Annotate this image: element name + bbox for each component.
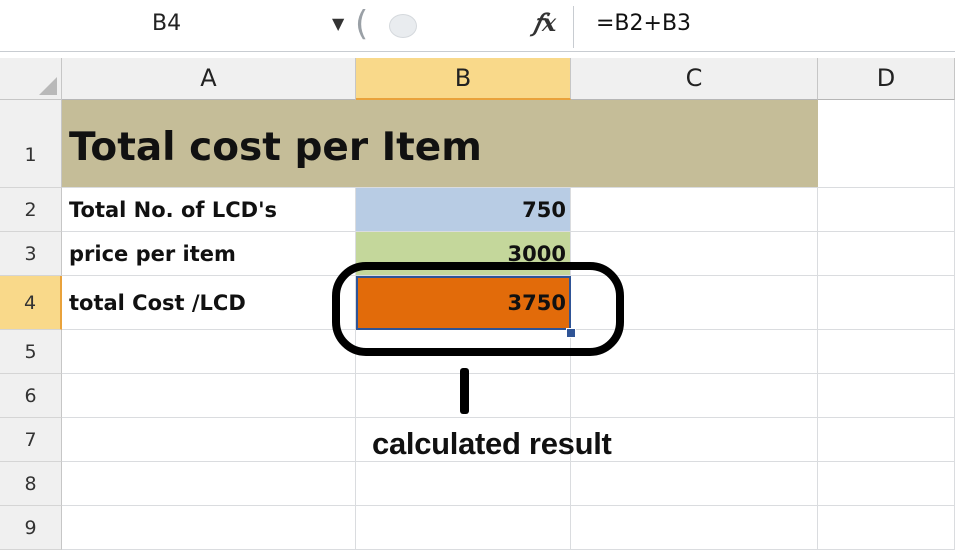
row-header-9[interactable]: 9 bbox=[0, 506, 62, 550]
cell-a4[interactable]: total Cost /LCD bbox=[62, 276, 356, 330]
cell-d4[interactable] bbox=[818, 276, 955, 330]
row-header-5[interactable]: 5 bbox=[0, 330, 62, 374]
table-row: 8 bbox=[0, 462, 955, 506]
row-header-2[interactable]: 2 bbox=[0, 188, 62, 232]
cell-c9[interactable] bbox=[571, 506, 818, 550]
formula-controls: ( 𝑓x bbox=[355, 2, 576, 48]
cell-d2[interactable] bbox=[818, 188, 955, 232]
insert-function-icon[interactable]: 𝑓x bbox=[533, 8, 556, 37]
cell-d3[interactable] bbox=[818, 232, 955, 276]
formula-divider bbox=[573, 6, 574, 48]
cell-a5[interactable] bbox=[62, 330, 356, 374]
table-row: 2 Total No. of LCD's 750 bbox=[0, 188, 955, 232]
cell-d9[interactable] bbox=[818, 506, 955, 550]
annotation-highlight-outline bbox=[332, 262, 624, 356]
cell-b2[interactable]: 750 bbox=[356, 188, 571, 232]
cell-a6[interactable] bbox=[62, 374, 356, 418]
cell-a7[interactable] bbox=[62, 418, 356, 462]
name-box[interactable]: B4 ▼ bbox=[0, 4, 355, 44]
table-row: 1 Total cost per Item bbox=[0, 100, 955, 188]
cell-a9[interactable] bbox=[62, 506, 356, 550]
cell-d7[interactable] bbox=[818, 418, 955, 462]
row-header-7[interactable]: 7 bbox=[0, 418, 62, 462]
formula-bar: B4 ▼ ( 𝑓x =B2+B3 bbox=[0, 0, 955, 52]
column-header-c[interactable]: C bbox=[571, 58, 818, 100]
cell-d8[interactable] bbox=[818, 462, 955, 506]
select-all-button[interactable] bbox=[0, 58, 62, 100]
annotation-pointer-line bbox=[460, 368, 469, 414]
cell-a2[interactable]: Total No. of LCD's bbox=[62, 188, 356, 232]
row-header-1[interactable]: 1 bbox=[0, 100, 62, 188]
cell-c2[interactable] bbox=[571, 188, 818, 232]
cell-a1-title[interactable]: Total cost per Item bbox=[62, 100, 818, 188]
cell-a8[interactable] bbox=[62, 462, 356, 506]
row-header-3[interactable]: 3 bbox=[0, 232, 62, 276]
column-header-b[interactable]: B bbox=[356, 58, 571, 100]
cell-d5[interactable] bbox=[818, 330, 955, 374]
cell-a3[interactable]: price per item bbox=[62, 232, 356, 276]
row-header-8[interactable]: 8 bbox=[0, 462, 62, 506]
column-header-row: A B C D bbox=[0, 58, 955, 100]
name-box-value: B4 bbox=[152, 11, 182, 36]
name-box-dropdown-icon[interactable]: ▼ bbox=[332, 4, 344, 44]
formula-input[interactable]: =B2+B3 bbox=[596, 4, 691, 44]
table-row: 6 bbox=[0, 374, 955, 418]
cancel-entry-icon[interactable] bbox=[389, 14, 417, 38]
cell-c6[interactable] bbox=[571, 374, 818, 418]
row-header-6[interactable]: 6 bbox=[0, 374, 62, 418]
cell-b8[interactable] bbox=[356, 462, 571, 506]
cell-c8[interactable] bbox=[571, 462, 818, 506]
annotation-label: calculated result bbox=[372, 426, 612, 461]
row-header-4[interactable]: 4 bbox=[0, 276, 62, 330]
column-header-a[interactable]: A bbox=[62, 58, 356, 100]
cell-b9[interactable] bbox=[356, 506, 571, 550]
formula-bracket-icon: ( bbox=[355, 4, 369, 44]
select-all-icon bbox=[39, 77, 57, 95]
column-header-d[interactable]: D bbox=[818, 58, 955, 100]
cell-d1[interactable] bbox=[818, 100, 955, 188]
cell-d6[interactable] bbox=[818, 374, 955, 418]
table-row: 9 bbox=[0, 506, 955, 550]
